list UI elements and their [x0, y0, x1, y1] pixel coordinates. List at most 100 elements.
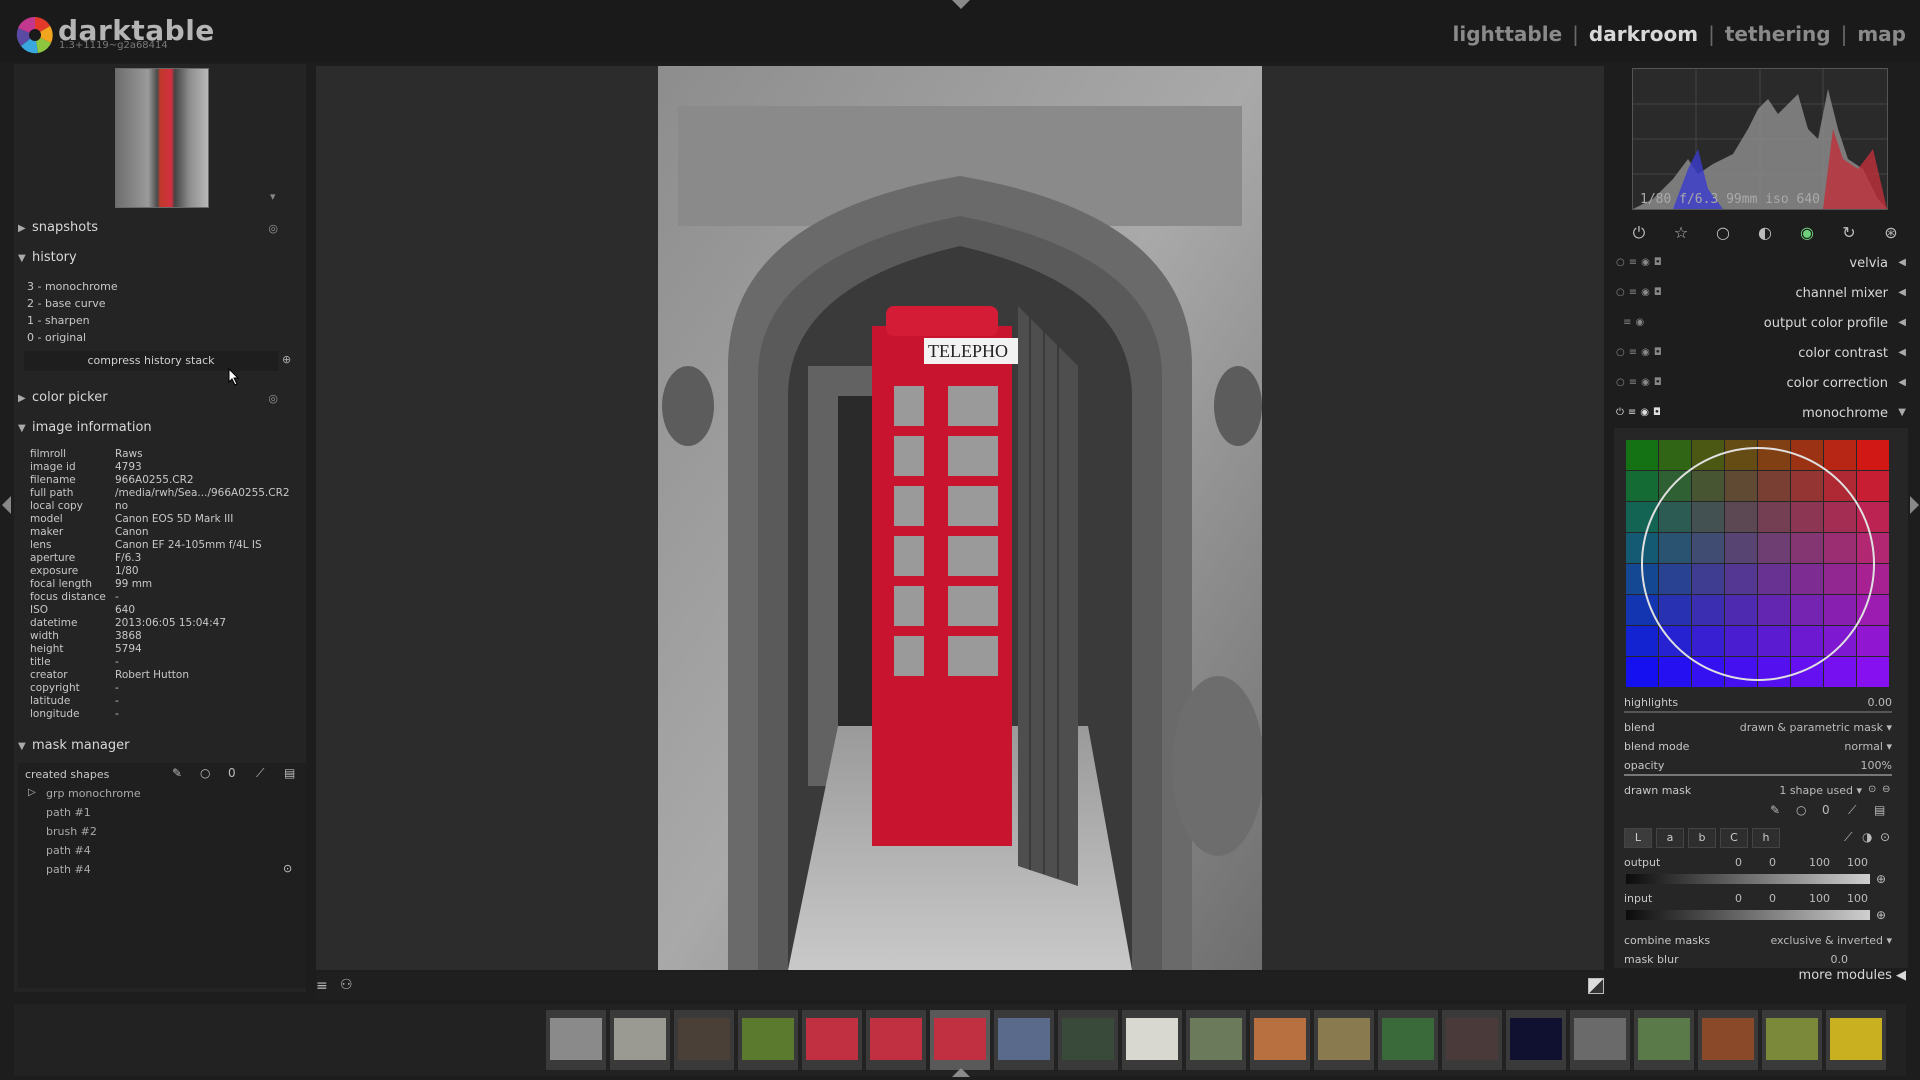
filmstrip-thumb[interactable] [610, 1010, 670, 1070]
collapse-icon[interactable]: ▼ [1898, 407, 1906, 418]
filmstrip-thumb[interactable] [1442, 1010, 1502, 1070]
filmstrip-thumb[interactable] [1314, 1010, 1374, 1070]
gradient-shape-icon[interactable]: ▤ [284, 766, 295, 780]
remove-mask-icon[interactable]: ⊖ [1882, 784, 1890, 795]
navigation-thumbnail[interactable] [115, 68, 209, 208]
module-controls-icon[interactable]: ≡◉ [1616, 317, 1648, 328]
output-gradient-slider[interactable] [1626, 874, 1870, 884]
favorite-icon[interactable]: ☆ [1670, 222, 1692, 244]
opacity-track[interactable] [1624, 774, 1892, 776]
pick-input-icon[interactable]: ⊕ [1876, 908, 1886, 922]
channel-tab-C[interactable]: C [1720, 828, 1748, 848]
effect-group-icon[interactable]: ⊛ [1880, 222, 1902, 244]
module-controls-icon[interactable]: ○≡◉◘ [1616, 347, 1666, 358]
circle-shape-icon[interactable]: ○ [200, 766, 210, 780]
filmstrip-thumb[interactable] [738, 1010, 798, 1070]
blend-mode-row[interactable]: blend mode normal ▾ [1624, 740, 1892, 753]
module-velvia[interactable]: ○≡◉◘ velvia ◀ [1614, 251, 1908, 277]
pencil-icon[interactable]: ✎ [172, 766, 182, 780]
mask-blur-slider[interactable]: mask blur 0.0 [1624, 953, 1892, 966]
module-color-correction[interactable]: ○≡◉◘ color correction ◀ [1614, 371, 1908, 397]
pencil-icon[interactable]: ✎ [1770, 803, 1780, 817]
mask-item[interactable]: path #4 [46, 844, 91, 857]
image-information-header[interactable]: ▼ image information [18, 420, 308, 444]
filmstrip-thumb[interactable] [1122, 1010, 1182, 1070]
ellipse-shape-icon[interactable]: 0 [228, 766, 236, 780]
view-lighttable[interactable]: lighttable [1453, 22, 1563, 46]
filmstrip-thumb[interactable] [1634, 1010, 1694, 1070]
reset-icon[interactable]: ◎ [268, 222, 278, 235]
filmstrip-thumb[interactable] [994, 1010, 1054, 1070]
power-icon[interactable]: ⏻ [1628, 222, 1650, 244]
invert-polarity-icon[interactable]: ◑ [1862, 830, 1872, 844]
history-header[interactable]: ▼ history [18, 250, 308, 274]
path-shape-icon[interactable]: ⟋ [1848, 803, 1856, 818]
top-panel-toggle-icon[interactable] [952, 0, 970, 9]
pick-output-icon[interactable]: ⊕ [1876, 872, 1886, 886]
module-controls-icon[interactable]: ⏻≡◉◘ [1616, 407, 1665, 418]
expand-icon[interactable]: ◀ [1898, 257, 1906, 268]
circle-shape-icon[interactable]: ○ [1796, 803, 1806, 817]
ellipse-shape-icon[interactable]: 0 [1822, 803, 1830, 817]
filmstrip-thumb[interactable] [866, 1010, 926, 1070]
more-modules-button[interactable]: more modules ◀ [1799, 968, 1906, 983]
basic-group-icon[interactable]: ○ [1712, 222, 1734, 244]
expand-icon[interactable]: ◀ [1898, 287, 1906, 298]
expand-icon[interactable]: ◀ [1898, 377, 1906, 388]
channel-tab-b[interactable]: b [1688, 828, 1716, 848]
gradient-shape-icon[interactable]: ▤ [1874, 803, 1885, 817]
filmstrip-thumb[interactable] [1506, 1010, 1566, 1070]
drawn-mask-row[interactable]: drawn mask 1 shape used ▾ [1624, 784, 1892, 797]
presets-menu-icon[interactable]: ≡ [316, 978, 328, 994]
lock-icon[interactable]: ⊕ [282, 353, 291, 366]
module-controls-icon[interactable]: ○≡◉◘ [1616, 377, 1666, 388]
opacity-slider[interactable]: opacity 100% [1624, 759, 1892, 772]
module-monochrome[interactable]: ⏻≡◉◘ monochrome ▼ [1614, 401, 1908, 427]
history-item[interactable]: 3 - monochrome [27, 280, 118, 293]
module-controls-icon[interactable]: ○≡◉◘ [1616, 287, 1666, 298]
color-picker-header[interactable]: ▶ color picker ◎ [18, 390, 308, 414]
drawn-mask-value[interactable]: 1 shape used ▾ [1779, 784, 1862, 797]
highlights-slider[interactable]: highlights 0.00 [1624, 696, 1892, 709]
monochrome-color-grid[interactable] [1626, 440, 1890, 688]
filmstrip-thumb[interactable] [802, 1010, 862, 1070]
styles-icon[interactable]: ⚇ [340, 977, 353, 993]
mask-group[interactable]: grp monochrome [46, 787, 141, 800]
filmstrip-thumb[interactable] [1186, 1010, 1246, 1070]
module-color-contrast[interactable]: ○≡◉◘ color contrast ◀ [1614, 341, 1908, 367]
edit-mask-icon[interactable]: ⊙ [1868, 784, 1876, 795]
overexposed-toggle-icon[interactable] [1588, 978, 1604, 994]
history-item[interactable]: 0 - original [27, 331, 86, 344]
expand-group-icon[interactable]: ▷ [28, 787, 36, 798]
mask-state-icon[interactable]: ⊙ [283, 862, 292, 875]
channel-tab-h[interactable]: h [1752, 828, 1780, 848]
filmstrip-thumb[interactable] [674, 1010, 734, 1070]
channel-tab-a[interactable]: a [1656, 828, 1684, 848]
mask-item[interactable]: path #1 [46, 806, 91, 819]
reset-channel-icon[interactable]: ⊙ [1880, 830, 1890, 844]
combine-masks-value[interactable]: exclusive & inverted ▾ [1770, 934, 1892, 947]
correct-group-icon[interactable]: ↻ [1838, 222, 1860, 244]
filmstrip-thumb[interactable] [1250, 1010, 1310, 1070]
mask-item[interactable]: path #4 [46, 863, 91, 876]
reset-icon[interactable]: ◎ [268, 392, 278, 405]
snapshots-header[interactable]: ▶ snapshots ◎ [18, 220, 308, 244]
view-tethering[interactable]: tethering [1725, 22, 1831, 46]
filmstrip-thumb[interactable] [1058, 1010, 1118, 1070]
bottom-panel-toggle-icon[interactable] [952, 1068, 970, 1077]
expand-icon[interactable]: ◀ [1898, 347, 1906, 358]
mask-manager-header[interactable]: ▼ mask manager [18, 738, 308, 762]
module-controls-icon[interactable]: ○≡◉◘ [1616, 257, 1666, 268]
module-channel-mixer[interactable]: ○≡◉◘ channel mixer ◀ [1614, 281, 1908, 307]
blend-mode-value[interactable]: normal ▾ [1844, 740, 1892, 753]
view-darkroom[interactable]: darkroom [1589, 22, 1698, 46]
filmstrip-thumb[interactable] [1378, 1010, 1438, 1070]
channel-tab-L[interactable]: L [1624, 828, 1652, 848]
filmstrip-thumb[interactable] [1762, 1010, 1822, 1070]
filmstrip-thumb[interactable] [1826, 1010, 1886, 1070]
expand-icon[interactable]: ◀ [1898, 317, 1906, 328]
blend-value[interactable]: drawn & parametric mask ▾ [1740, 721, 1892, 734]
view-map[interactable]: map [1857, 22, 1906, 46]
histogram[interactable] [1632, 68, 1888, 210]
history-item[interactable]: 1 - sharpen [27, 314, 90, 327]
